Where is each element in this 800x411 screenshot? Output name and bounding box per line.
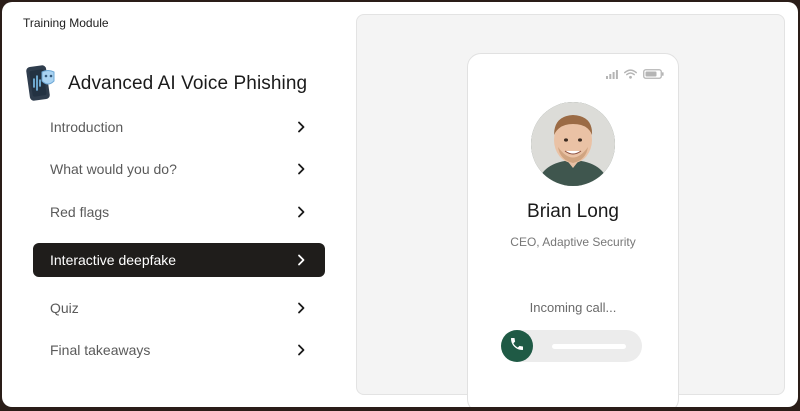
answer-call-slider[interactable] bbox=[501, 330, 642, 362]
call-status-text: Incoming call... bbox=[529, 300, 617, 315]
battery-icon bbox=[643, 66, 664, 84]
module-title-row: Advanced AI Voice Phishing bbox=[26, 64, 307, 104]
nav-item-label: Introduction bbox=[50, 119, 124, 135]
caller-avatar bbox=[531, 102, 615, 186]
chevron-right-icon bbox=[294, 301, 308, 315]
deepfake-preview-panel: Brian Long CEO, Adaptive Security Incomi… bbox=[356, 14, 785, 407]
wifi-icon bbox=[624, 66, 637, 84]
nav-item-label: Red flags bbox=[50, 204, 110, 220]
module-title: Advanced AI Voice Phishing bbox=[68, 73, 308, 94]
slider-track bbox=[552, 344, 626, 349]
phone-mockup: Brian Long CEO, Adaptive Security Incomi… bbox=[467, 53, 679, 407]
module-header-label: Training Module bbox=[23, 16, 109, 30]
nav-item-what-would-you-do[interactable]: What would you do? bbox=[33, 152, 325, 186]
chevron-right-icon bbox=[294, 162, 308, 176]
status-bar bbox=[606, 66, 664, 84]
training-module-window: Training Module Advanced AI Voice Phishi… bbox=[2, 2, 798, 407]
caller-name: Brian Long bbox=[527, 201, 619, 222]
nav-item-label: Interactive deepfake bbox=[50, 252, 177, 268]
nav-item-red-flags[interactable]: Red flags bbox=[33, 195, 325, 229]
nav-item-label: Final takeaways bbox=[50, 342, 151, 358]
chevron-right-icon bbox=[294, 120, 308, 134]
signal-icon bbox=[606, 66, 618, 84]
chevron-right-icon bbox=[294, 343, 308, 357]
phone-voice-mask-icon bbox=[26, 64, 56, 104]
answer-call-button[interactable] bbox=[501, 330, 533, 362]
nav-item-label: What would you do? bbox=[50, 161, 177, 177]
caller-title: CEO, Adaptive Security bbox=[510, 235, 636, 249]
nav-item-quiz[interactable]: Quiz bbox=[33, 291, 325, 325]
nav-item-interactive-deepfake[interactable]: Interactive deepfake bbox=[33, 243, 325, 277]
nav-item-final-takeaways[interactable]: Final takeaways bbox=[33, 333, 325, 367]
nav-item-label: Quiz bbox=[50, 300, 79, 316]
chevron-right-icon bbox=[294, 205, 308, 219]
nav-item-introduction[interactable]: Introduction bbox=[33, 110, 325, 144]
chevron-right-icon bbox=[294, 253, 308, 267]
phone-icon bbox=[509, 336, 525, 357]
